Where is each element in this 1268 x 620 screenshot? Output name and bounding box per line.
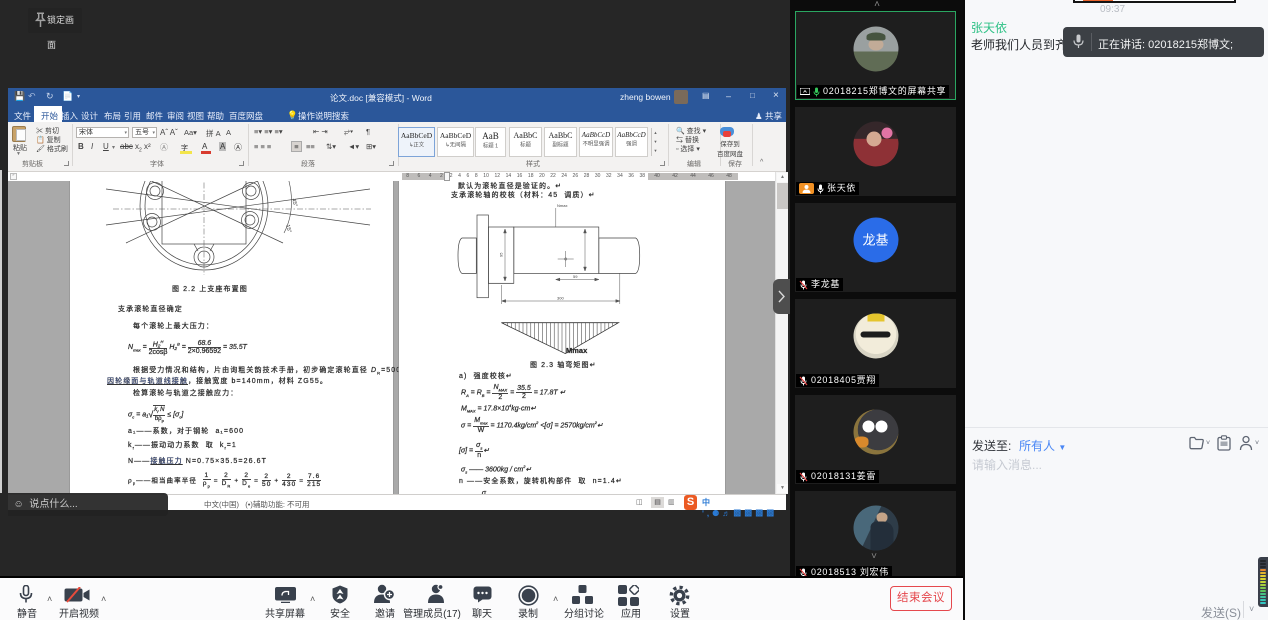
svg-text:95: 95 bbox=[499, 252, 504, 257]
svg-text:59: 59 bbox=[573, 274, 578, 279]
svg-text:15°: 15° bbox=[284, 224, 292, 234]
svg-text:Nmax: Nmax bbox=[557, 203, 567, 208]
svg-text:300: 300 bbox=[557, 296, 564, 301]
